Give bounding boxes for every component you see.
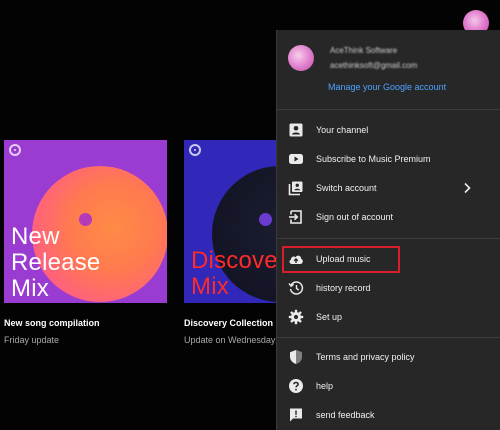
music-badge-icon [189,144,201,156]
account-menu: AceThink Software acethinksoft@gmail.com… [276,30,500,430]
menu-item-upload-music[interactable]: Upload music [277,244,500,273]
manage-google-account-link[interactable]: Manage your Google account [328,82,446,92]
sign-out-icon [289,210,302,224]
menu-item-label: Switch account [316,182,377,193]
music-home-page: New Release Mix New song compilation Fri… [0,0,500,430]
menu-item-terms-privacy[interactable]: Terms and privacy policy [277,342,500,371]
menu-item-label: Terms and privacy policy [316,351,415,362]
account-header: AceThink Software acethinksoft@gmail.com… [277,30,500,110]
menu-item-label: help [316,380,334,391]
feedback-icon [290,408,302,422]
menu-section-help: Terms and privacy policy help send feedb… [277,338,500,429]
menu-item-subscribe-premium[interactable]: Subscribe to Music Premium [277,144,500,173]
upload-icon [289,255,303,264]
menu-item-label: history record [316,282,371,293]
album-art-title: New Release Mix [11,223,101,302]
menu-item-your-channel[interactable]: Your channel [277,115,500,144]
menu-item-sign-out[interactable]: Sign out of account [277,202,500,231]
history-icon [288,281,304,295]
gear-icon [288,309,304,325]
chevron-right-icon [464,182,471,194]
menu-item-send-feedback[interactable]: send feedback [277,400,500,429]
music-badge-icon [9,144,21,156]
album-art[interactable]: New Release Mix [4,140,167,303]
menu-item-history[interactable]: history record [277,273,500,302]
person-icon [289,123,303,137]
account-email: acethinksoft@gmail.com [330,61,418,70]
switch-account-icon [288,181,303,196]
card-subtitle: Friday update [4,335,60,345]
album-art-title: Discover Mix [191,247,286,300]
menu-item-label: Subscribe to Music Premium [316,153,431,164]
menu-section-music: Upload music history record Set up [277,239,500,338]
menu-item-switch-account[interactable]: Switch account [277,173,500,202]
mix-card-new-release[interactable]: New Release Mix New song compilation Fri… [4,140,167,345]
help-icon [289,379,303,393]
menu-item-label: Set up [316,311,343,322]
disc-hole [259,213,272,226]
menu-item-label: send feedback [316,409,375,420]
play-icon [289,154,303,164]
shield-icon [290,350,302,364]
account-avatar-icon [288,45,314,71]
menu-item-label: Your channel [316,124,369,135]
account-name: AceThink Software [330,46,398,55]
menu-section-account: Your channel Subscribe to Music Premium … [277,110,500,239]
menu-item-label: Upload music [316,253,371,264]
menu-item-help[interactable]: help [277,371,500,400]
menu-item-settings[interactable]: Set up [277,302,500,331]
card-title[interactable]: New song compilation [4,318,167,328]
menu-item-label: Sign out of account [316,211,394,222]
